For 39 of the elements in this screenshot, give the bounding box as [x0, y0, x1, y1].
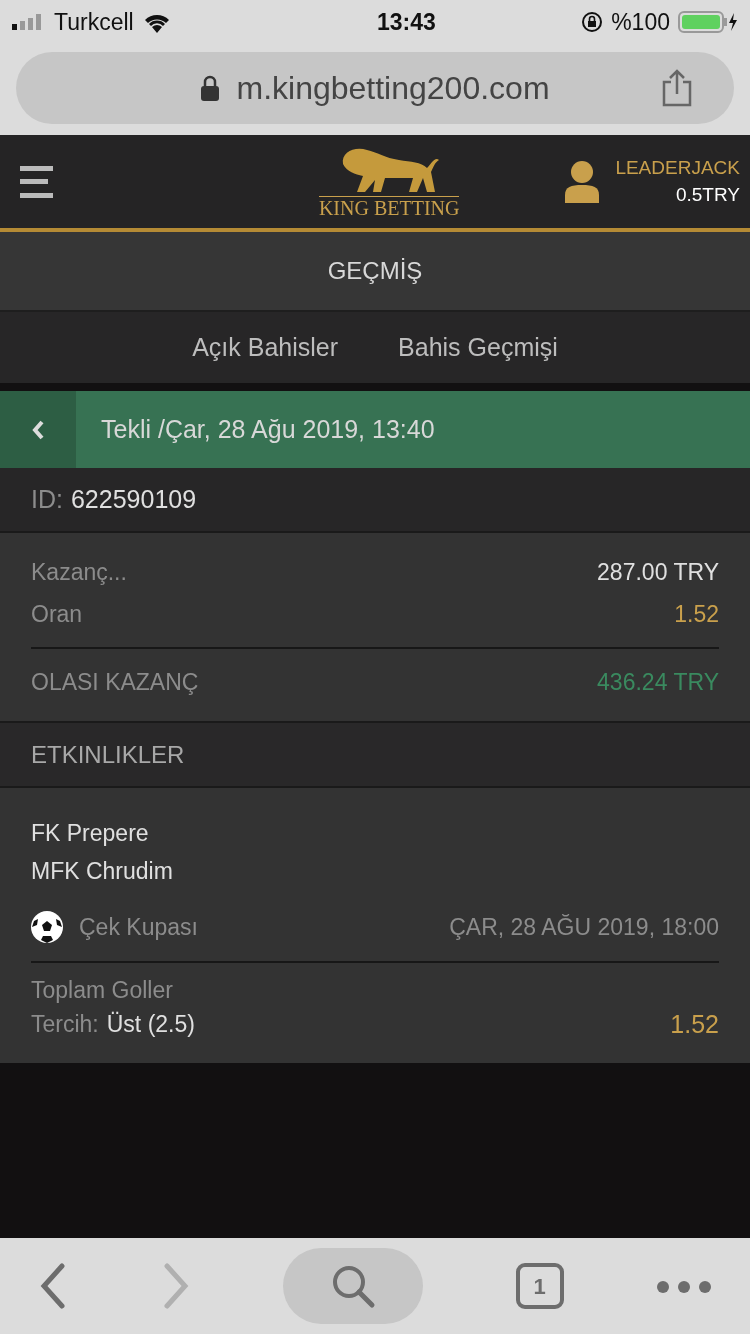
logo-text: KING BETTING	[318, 196, 460, 219]
bet-id: 622590109	[70, 483, 197, 515]
username: LEADERJACK	[615, 155, 740, 180]
choice-value: Üst (2.5)	[106, 1009, 195, 1039]
balance: 0.5TRY	[675, 182, 740, 207]
page-title: GEÇMİŞ	[327, 256, 423, 286]
address-bar[interactable]: m.kingbetting200.com	[16, 52, 734, 124]
away-team: MFK Chrudim	[31, 857, 174, 886]
chevron-left-icon	[31, 418, 45, 441]
menu-icon	[20, 165, 53, 198]
summary-value: 1.52	[674, 600, 719, 629]
home-team: FK Prepere	[31, 819, 150, 848]
event-odds: 1.52	[670, 1008, 719, 1040]
menu-button[interactable]	[20, 165, 53, 198]
share-icon[interactable]	[660, 69, 694, 107]
summary-label: Oran	[31, 600, 83, 629]
battery-percent: %100	[611, 7, 670, 37]
tab[interactable]: Açık Bahisler	[192, 328, 339, 367]
summary-label: Kazanç...	[31, 558, 127, 587]
battery-icon	[678, 11, 738, 33]
summary-value: 287.00 TRY	[597, 558, 719, 587]
carrier-name: Turkcell	[54, 7, 134, 37]
rotation-lock-icon	[581, 11, 604, 33]
choice-label: Tercih:	[31, 1009, 99, 1039]
id-label: ID:	[31, 483, 63, 515]
event-date: ÇAR, 28 AĞU 2019, 18:00	[449, 913, 719, 942]
user-icon[interactable]	[565, 160, 600, 203]
clock-time: 13:43	[377, 7, 436, 37]
bet-title: Tekli /Çar, 28 Ağu 2019, 13:40	[101, 413, 435, 445]
market-name: Toplam Goller	[31, 975, 174, 1005]
summary-value: 436.24 TRY	[597, 668, 719, 697]
tab[interactable]: Bahis Geçmişi	[398, 328, 558, 367]
back-button[interactable]	[38, 1262, 68, 1310]
soccer-ball-icon	[31, 911, 63, 944]
tabs-button[interactable]: 1	[515, 1263, 564, 1309]
competition: Çek Kupası	[79, 913, 198, 942]
section-title: ETKINLIKLER	[31, 739, 185, 770]
summary-label: OLASI KAZANÇ	[31, 668, 199, 697]
lock-icon	[200, 75, 221, 101]
